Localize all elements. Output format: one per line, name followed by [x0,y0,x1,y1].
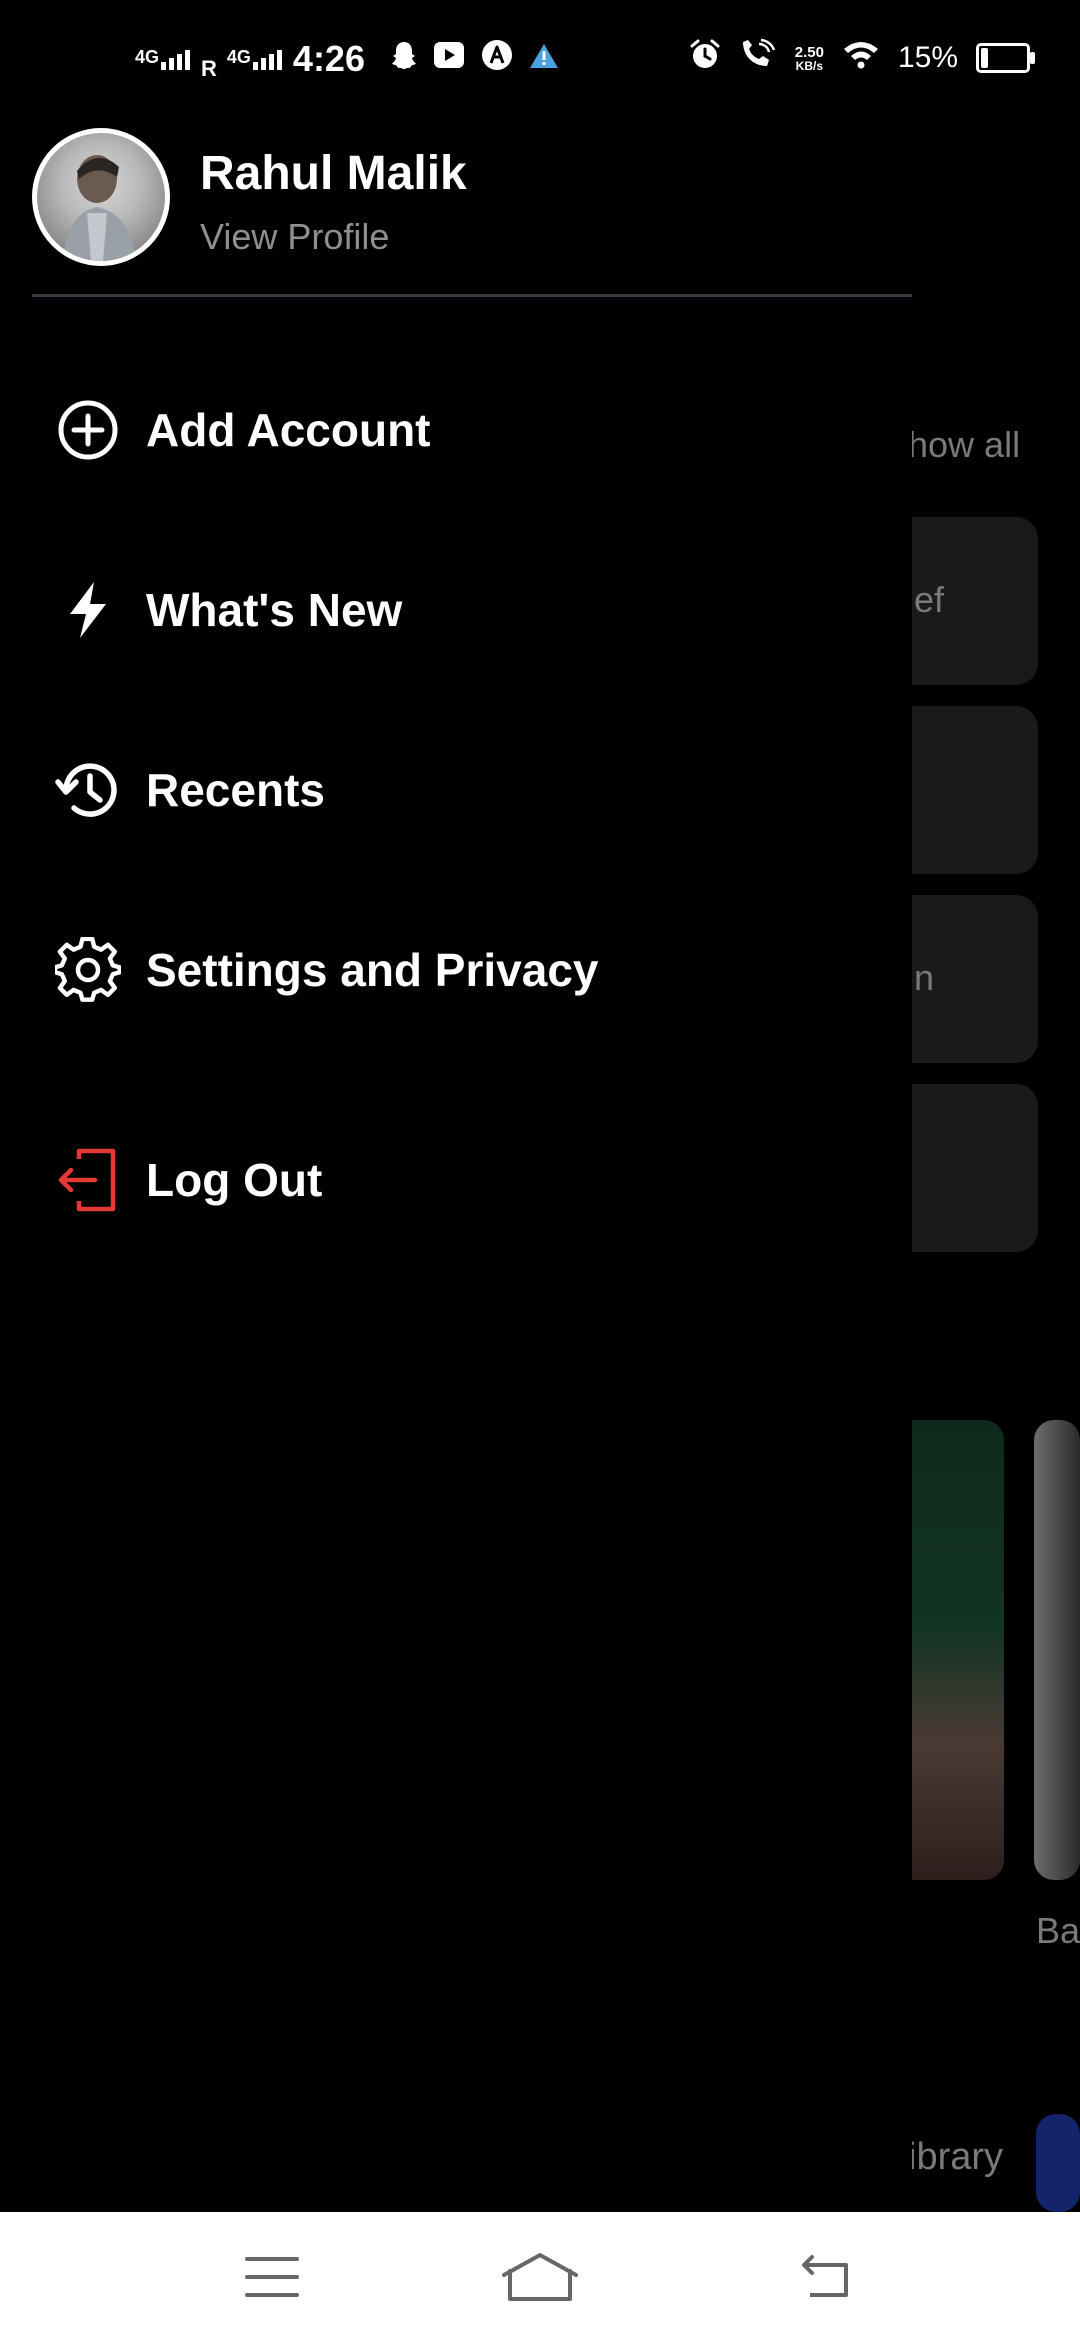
network-speed-unit: KB/s [795,58,824,73]
menu-item-whats-new[interactable]: What's New [50,565,402,655]
home-icon [502,2253,578,2301]
profile-header[interactable]: Rahul Malik View Profile [32,128,912,294]
background-card-text: ef [914,579,945,620]
menu-item-log-out[interactable]: Log Out [50,1135,322,1225]
background-thumbnail-3[interactable] [1036,2114,1080,2212]
background-thumbnail-2[interactable] [1034,1420,1080,1880]
network-speed: 2.50 KB/s [795,45,824,72]
logout-icon [50,1142,126,1218]
gear-icon [50,932,126,1008]
view-profile-link[interactable]: View Profile [200,216,389,258]
battery-percent: 15% [897,41,958,74]
background-card-text: n [914,957,935,998]
plus-circle-icon [50,392,126,468]
profile-name[interactable]: Rahul Malik [200,146,467,201]
cellular-signal-icon: 4G [227,48,283,70]
status-bar-left: 4G R 4G 4:26 [135,38,559,80]
show-all-link[interactable]: how all [908,424,1020,466]
battery-icon [976,43,1035,73]
menu-icon [245,2257,299,2297]
status-bar: 4G R 4G 4:26 2.50 KB/s 15% [0,0,1080,120]
menu-item-settings-privacy[interactable]: Settings and Privacy [50,925,599,1015]
menu-item-label: Settings and Privacy [146,944,599,996]
app-a-icon [481,39,513,79]
menu-item-recents[interactable]: Recents [50,745,325,835]
roaming-label: R [201,56,217,81]
alarm-icon [689,38,721,78]
avatar-photo [63,155,137,261]
battery-level [981,48,988,68]
system-nav-bar [0,2212,1080,2340]
side-drawer: Rahul Malik View Profile Add Account Wha… [0,0,912,2212]
library-label[interactable]: ibrary [908,2136,1003,2179]
status-bar-right: 2.50 KB/s 15% [689,38,1035,78]
menu-item-label: What's New [146,584,403,636]
snapchat-icon [391,40,417,78]
cellular-signal-icon: 4G [135,48,191,70]
menu-item-add-account[interactable]: Add Account [50,385,431,475]
network-type-label: 4G [135,47,160,67]
menu-item-label: Log Out [146,1154,323,1206]
network-type-label: 4G [226,47,251,67]
youtube-icon [433,40,465,78]
recents-menu-button[interactable] [232,2242,312,2312]
lightning-icon [50,572,126,648]
back-button[interactable] [784,2242,864,2312]
avatar[interactable] [32,128,170,266]
network-speed-value: 2.50 [794,43,824,61]
home-button[interactable] [500,2242,580,2312]
wifi-icon [842,39,880,77]
menu-item-label: Recents [146,764,325,816]
history-icon [50,752,126,828]
clock: 4:26 [292,38,365,79]
divider [32,294,912,297]
warning-icon [529,41,559,78]
back-icon [802,2255,848,2297]
menu-item-label: Add Account [146,404,431,456]
wifi-calling-icon [739,38,777,78]
background-caption: Ba [1036,1910,1080,1951]
